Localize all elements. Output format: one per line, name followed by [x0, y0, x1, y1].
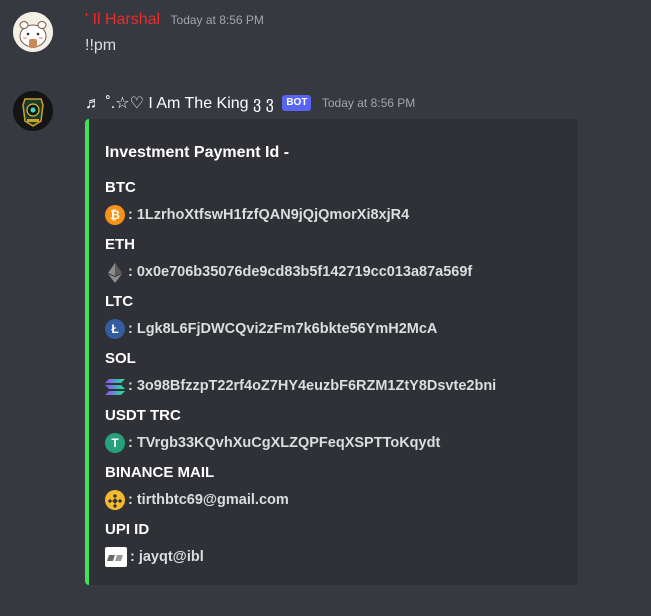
field-value-row: : tirthbtc69@gmail.com [105, 490, 289, 511]
field-btc: BTC ₿:1LzrhoXtfswH1fzfQAN9jQjQmorXi8xjR4 [105, 178, 410, 226]
field-name: LTC [105, 293, 134, 310]
sol-address: 3o98BfzzpT22rf4oZ7HY4euzbF6RZM1ZtY8Dsvte… [136, 378, 497, 395]
upi-icon [105, 547, 127, 568]
usdt-address: TVrgb33KQvhXuCgXLZQPFeqXSPTToKqydt [136, 435, 441, 452]
username[interactable]: ' Il Harshal [85, 11, 160, 28]
message-2: ♬ ˚.☆♡ I Am The King ვ ვ BOT Today at 8:… [0, 82, 651, 616]
message-1: ' Il Harshal Today at 8:56 PM !!pm [0, 0, 651, 76]
field-ltc: LTC Ł: Lgk8L6FjDWCQvi2zFm7k6bkte56YmH2McA [105, 292, 438, 340]
tether-icon: T [105, 433, 125, 454]
message-header: ♬ ˚.☆♡ I Am The King ვ ვ BOT Today at 8:… [85, 93, 415, 113]
timestamp[interactable]: Today at 8:56 PM [322, 96, 415, 110]
embed-title: Investment Payment Id - [105, 144, 290, 161]
field-eth: ETH :0x0e706b35076de9cd83b5f142719cc013a… [105, 235, 473, 283]
litecoin-icon: Ł [105, 319, 125, 340]
ltc-address: Lgk8L6FjDWCQvi2zFm7k6bkte56YmH2McA [136, 321, 438, 338]
binance-icon [105, 490, 125, 511]
field-name: BTC [105, 179, 136, 196]
binance-email[interactable]: tirthbtc69@gmail.com [137, 492, 289, 508]
field-value-row: :3o98BfzzpT22rf4oZ7HY4euzbF6RZM1ZtY8Dsvt… [105, 376, 496, 396]
field-binance-mail: BINANCE MAIL : tirthbtc69@gmail.com [105, 463, 289, 511]
field-name: USDT TRC [105, 407, 181, 424]
user-avatar[interactable] [13, 12, 53, 52]
ethereum-icon [105, 262, 125, 283]
field-value-row: Ł: Lgk8L6FjDWCQvi2zFm7k6bkte56YmH2McA [105, 319, 438, 340]
btc-address: 1LzrhoXtfswH1fzfQAN9jQjQmorXi8xjR4 [136, 207, 410, 224]
bot-username[interactable]: ♬ ˚.☆♡ I Am The King ვ ვ [85, 95, 274, 112]
avatar-image [13, 91, 53, 131]
timestamp[interactable]: Today at 8:56 PM [171, 13, 264, 27]
embed-card: Investment Payment Id - BTC ₿:1LzrhoXtfs… [85, 119, 578, 585]
field-name: SOL [105, 350, 136, 367]
field-upi-id: UPI ID : jayqt@ibl [105, 520, 204, 568]
bot-badge: BOT [282, 95, 312, 111]
field-value-row: : jayqt@ibl [105, 547, 204, 568]
field-name: UPI ID [105, 521, 150, 538]
field-value-row: T: TVrgb33KQvhXuCgXLZQPFeqXSPTToKqydt [105, 433, 441, 454]
field-value-row: ₿:1LzrhoXtfswH1fzfQAN9jQjQmorXi8xjR4 [105, 205, 410, 226]
message-content: !!pm [85, 37, 117, 54]
bot-avatar[interactable] [13, 91, 53, 131]
bitcoin-icon: ₿ [105, 205, 125, 226]
message-header: ' Il Harshal Today at 8:56 PM [85, 11, 264, 29]
solana-icon [105, 376, 125, 396]
avatar-image [13, 12, 53, 52]
field-usdt-trc: USDT TRC T: TVrgb33KQvhXuCgXLZQPFeqXSPTTo… [105, 406, 441, 454]
field-value-row: :0x0e706b35076de9cd83b5f142719cc013a87a5… [105, 262, 473, 283]
upi-id: jayqt@ibl [138, 549, 204, 566]
field-name: BINANCE MAIL [105, 464, 215, 481]
field-sol: SOL :3o98BfzzpT22rf4oZ7HY4euzbF6RZM1ZtY8… [105, 349, 496, 396]
eth-address: 0x0e706b35076de9cd83b5f142719cc013a87a56… [136, 264, 473, 281]
field-name: ETH [105, 236, 135, 253]
